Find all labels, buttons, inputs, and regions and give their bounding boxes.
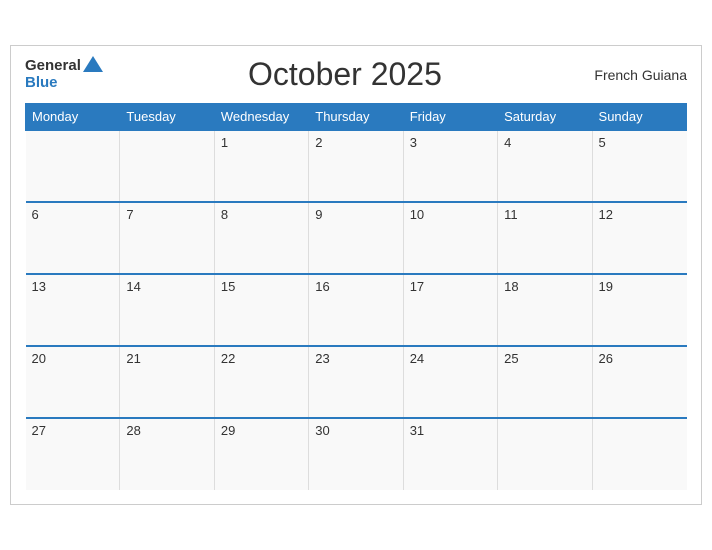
calendar-cell: 17 xyxy=(403,274,497,346)
calendar-cell: 5 xyxy=(592,130,686,202)
logo: General Blue xyxy=(25,58,103,91)
day-number: 24 xyxy=(410,351,424,366)
day-number: 9 xyxy=(315,207,322,222)
region-label: French Guiana xyxy=(587,67,687,83)
col-header-saturday: Saturday xyxy=(498,104,592,131)
calendar-cell: 27 xyxy=(26,418,120,490)
calendar-week-row: 1 2 3 4 5 xyxy=(26,130,687,202)
calendar-cell: 30 xyxy=(309,418,403,490)
day-number: 7 xyxy=(126,207,133,222)
calendar-cell: 12 xyxy=(592,202,686,274)
day-number: 8 xyxy=(221,207,228,222)
calendar-week-row: 27 28 29 30 31 xyxy=(26,418,687,490)
day-number: 21 xyxy=(126,351,140,366)
col-header-monday: Monday xyxy=(26,104,120,131)
calendar-cell xyxy=(120,130,214,202)
day-number: 31 xyxy=(410,423,424,438)
day-number: 5 xyxy=(599,135,606,150)
day-number: 19 xyxy=(599,279,613,294)
calendar-cell: 10 xyxy=(403,202,497,274)
calendar-cell: 20 xyxy=(26,346,120,418)
calendar-cell: 4 xyxy=(498,130,592,202)
calendar-cell: 24 xyxy=(403,346,497,418)
calendar-cell: 15 xyxy=(214,274,308,346)
col-header-friday: Friday xyxy=(403,104,497,131)
logo-general-text: General xyxy=(25,58,81,75)
calendar-cell: 25 xyxy=(498,346,592,418)
day-number: 18 xyxy=(504,279,518,294)
day-number: 17 xyxy=(410,279,424,294)
day-number: 15 xyxy=(221,279,235,294)
day-number: 11 xyxy=(504,207,518,222)
calendar-table: MondayTuesdayWednesdayThursdayFridaySatu… xyxy=(25,103,687,490)
calendar-cell: 8 xyxy=(214,202,308,274)
day-number: 1 xyxy=(221,135,228,150)
col-header-wednesday: Wednesday xyxy=(214,104,308,131)
calendar-wrapper: General Blue October 2025 French Guiana … xyxy=(10,45,702,505)
calendar-cell: 2 xyxy=(309,130,403,202)
day-number: 14 xyxy=(126,279,140,294)
calendar-header-row: MondayTuesdayWednesdayThursdayFridaySatu… xyxy=(26,104,687,131)
calendar-cell: 26 xyxy=(592,346,686,418)
col-header-sunday: Sunday xyxy=(592,104,686,131)
calendar-cell: 16 xyxy=(309,274,403,346)
day-number: 26 xyxy=(599,351,613,366)
day-number: 28 xyxy=(126,423,140,438)
calendar-cell: 31 xyxy=(403,418,497,490)
calendar-cell: 9 xyxy=(309,202,403,274)
day-number: 22 xyxy=(221,351,235,366)
day-number: 16 xyxy=(315,279,329,294)
day-number: 27 xyxy=(32,423,46,438)
logo-flag-icon xyxy=(83,56,103,72)
calendar-week-row: 20 21 22 23 24 25 26 xyxy=(26,346,687,418)
day-number: 25 xyxy=(504,351,518,366)
calendar-header: General Blue October 2025 French Guiana xyxy=(25,56,687,93)
calendar-cell: 13 xyxy=(26,274,120,346)
calendar-cell: 7 xyxy=(120,202,214,274)
calendar-cell: 6 xyxy=(26,202,120,274)
day-number: 10 xyxy=(410,207,424,222)
calendar-cell: 19 xyxy=(592,274,686,346)
day-number: 12 xyxy=(599,207,613,222)
calendar-cell: 11 xyxy=(498,202,592,274)
day-number: 23 xyxy=(315,351,329,366)
calendar-cell: 3 xyxy=(403,130,497,202)
calendar-cell: 22 xyxy=(214,346,308,418)
calendar-cell: 1 xyxy=(214,130,308,202)
calendar-cell xyxy=(592,418,686,490)
day-number: 29 xyxy=(221,423,235,438)
month-title: October 2025 xyxy=(103,56,587,93)
calendar-cell: 23 xyxy=(309,346,403,418)
logo-blue-text: Blue xyxy=(25,75,103,92)
calendar-cell: 18 xyxy=(498,274,592,346)
day-number: 6 xyxy=(32,207,39,222)
day-number: 2 xyxy=(315,135,322,150)
day-number: 20 xyxy=(32,351,46,366)
calendar-cell xyxy=(26,130,120,202)
calendar-cell xyxy=(498,418,592,490)
calendar-cell: 21 xyxy=(120,346,214,418)
day-number: 3 xyxy=(410,135,417,150)
calendar-week-row: 6 7 8 9 10 11 12 xyxy=(26,202,687,274)
calendar-cell: 28 xyxy=(120,418,214,490)
day-number: 4 xyxy=(504,135,511,150)
calendar-cell: 29 xyxy=(214,418,308,490)
calendar-cell: 14 xyxy=(120,274,214,346)
day-number: 13 xyxy=(32,279,46,294)
col-header-tuesday: Tuesday xyxy=(120,104,214,131)
day-number: 30 xyxy=(315,423,329,438)
calendar-week-row: 13 14 15 16 17 18 19 xyxy=(26,274,687,346)
col-header-thursday: Thursday xyxy=(309,104,403,131)
